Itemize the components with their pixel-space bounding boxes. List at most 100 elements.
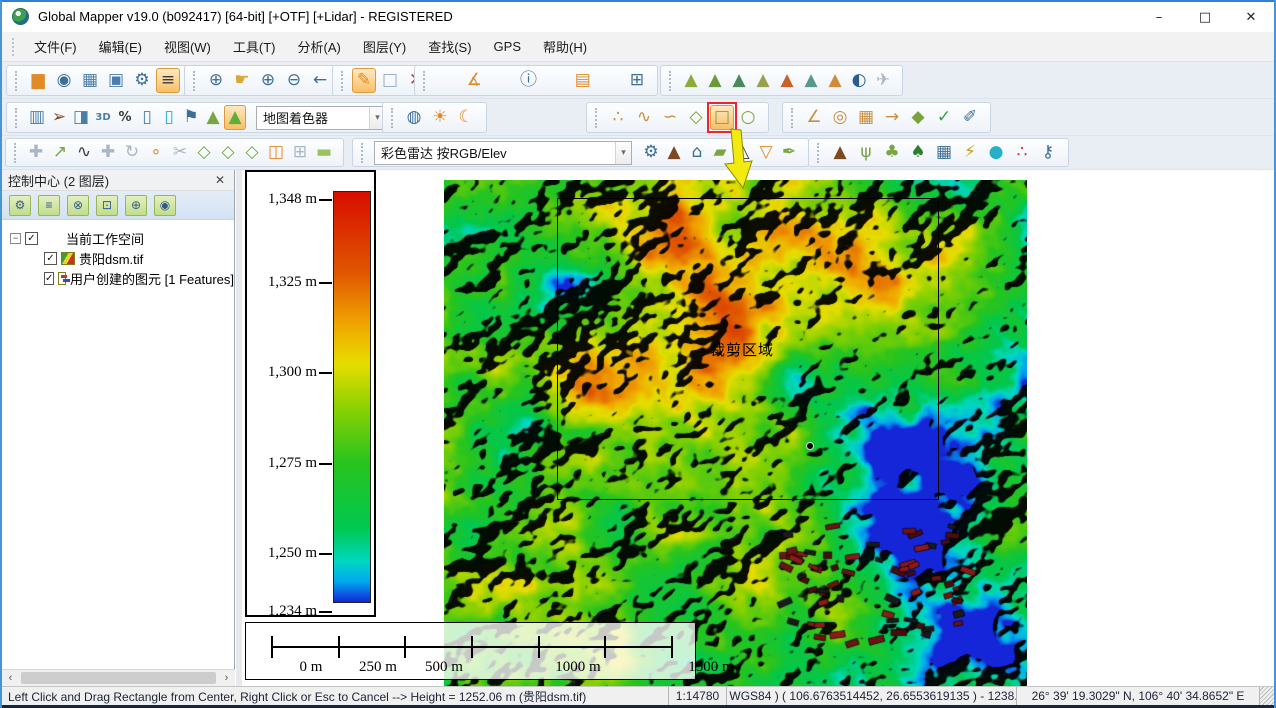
class-water-icon[interactable]: ● bbox=[984, 140, 1008, 165]
class-keypoint-icon[interactable]: ⚷ bbox=[1036, 140, 1060, 165]
measure-tool-icon[interactable]: ∡ bbox=[462, 68, 486, 93]
class-ground-icon[interactable]: ▲ bbox=[828, 140, 852, 165]
scroll-left-icon[interactable]: ‹ bbox=[2, 670, 19, 686]
tree-item-raster-layer[interactable]: ✓ 贵阳dsm.tif bbox=[2, 248, 234, 268]
shader-sphere-icon[interactable]: ◐ bbox=[848, 68, 870, 93]
snap-vertex-icon[interactable]: ∘ bbox=[145, 140, 167, 165]
menu-item[interactable]: 图层(Y) bbox=[352, 32, 417, 61]
profile-ruler-icon[interactable]: ▯ bbox=[136, 105, 158, 130]
draw-path-icon[interactable]: → bbox=[880, 105, 904, 130]
buffer-capsule-icon[interactable]: ▬ bbox=[313, 140, 335, 165]
draw-circle-icon[interactable]: ○ bbox=[736, 105, 760, 130]
workspace-checkbox[interactable]: ✓ bbox=[25, 232, 38, 245]
control-center-icon[interactable]: ≡ bbox=[156, 68, 180, 93]
class-powerline-icon[interactable]: ⚡ bbox=[958, 140, 982, 165]
terrain-star-icon[interactable]: ▲ bbox=[202, 105, 224, 130]
vector-layer-checkbox[interactable]: ✓ bbox=[44, 272, 54, 285]
pick-classification-icon[interactable]: ✒ bbox=[778, 140, 800, 165]
view-shed-icon[interactable]: ▲ bbox=[776, 68, 798, 93]
rotate-copy-2-icon[interactable]: ◇ bbox=[217, 140, 239, 165]
dock-view-icon[interactable]: ◨ bbox=[70, 105, 92, 130]
chevron-down-icon[interactable]: ▾ bbox=[615, 142, 631, 164]
layer-visibility-icon[interactable]: ◉ bbox=[154, 195, 176, 216]
sun-shading-icon[interactable]: ☀ bbox=[428, 105, 452, 130]
search-attributes-icon[interactable]: ▤ bbox=[571, 68, 595, 93]
pan-hand-icon[interactable]: ☛ bbox=[230, 68, 254, 93]
lidar-settings-icon[interactable]: ⚙ bbox=[640, 140, 662, 165]
attribute-editor-icon[interactable]: ✐ bbox=[958, 105, 982, 130]
layer-metadata-icon[interactable]: ⚙ bbox=[9, 195, 31, 216]
confirm-edit-icon[interactable]: ✓ bbox=[932, 105, 956, 130]
point-feature-dot[interactable] bbox=[807, 443, 813, 449]
map-shader-icon[interactable]: ▲ bbox=[224, 105, 246, 130]
draw-grid-icon[interactable]: ▦ bbox=[854, 105, 878, 130]
zoom-to-point-icon[interactable]: ⊕ bbox=[204, 68, 228, 93]
class-building-icon[interactable]: ▦ bbox=[932, 140, 956, 165]
resize-grip[interactable] bbox=[1260, 687, 1274, 705]
draw-line-icon[interactable]: ∿ bbox=[632, 105, 656, 130]
vector-layer-label[interactable]: 用户创建的图元 [1 Features] bbox=[70, 269, 234, 288]
terrain-compare-icon[interactable]: ▲ bbox=[824, 68, 846, 93]
identify-layer-icon[interactable]: ⊞ bbox=[625, 68, 649, 93]
layer-zoom-selected-icon[interactable]: ⊡ bbox=[96, 195, 118, 216]
flag-measure-icon[interactable]: ⚑ bbox=[180, 105, 202, 130]
class-high-vegetation-icon[interactable]: ♠ bbox=[906, 140, 930, 165]
class-noise-icon[interactable]: ∴ bbox=[1010, 140, 1034, 165]
lidar-draw-mode-dropdown[interactable]: 彩色雷达 按RGB/Elev ▾ bbox=[374, 141, 632, 165]
layer-close-icon[interactable]: ⊗ bbox=[67, 195, 89, 216]
menu-item[interactable]: 查找(S) bbox=[417, 32, 482, 61]
class-low-vegetation-icon[interactable]: ψ bbox=[854, 140, 878, 165]
path-profile-icon[interactable]: ▲ bbox=[728, 68, 750, 93]
moon-shading-icon[interactable]: ☾ bbox=[454, 105, 478, 130]
edit-vertices-icon[interactable]: ∿ bbox=[73, 140, 95, 165]
select-features-icon[interactable]: □ bbox=[378, 68, 402, 93]
map-views-icon[interactable]: ▥ bbox=[26, 105, 48, 130]
split-line-icon[interactable]: ✂ bbox=[169, 140, 191, 165]
fly-through-icon[interactable]: ✈ bbox=[872, 68, 894, 93]
move-vertex-icon[interactable]: ✚ bbox=[97, 140, 119, 165]
line-of-sight-icon[interactable]: ▲ bbox=[752, 68, 774, 93]
scale-feature-icon[interactable]: ↗ bbox=[49, 140, 71, 165]
feature-info-icon[interactable]: ⓘ bbox=[517, 68, 541, 93]
menu-item[interactable]: 编辑(E) bbox=[88, 32, 153, 61]
digitizer-pencil-icon[interactable]: ✎ bbox=[352, 68, 376, 93]
menu-item[interactable]: 文件(F) bbox=[23, 32, 88, 61]
minimize-button[interactable]: – bbox=[1136, 2, 1182, 32]
raster-layer-checkbox[interactable]: ✓ bbox=[44, 252, 57, 265]
map-shader-dropdown[interactable]: 地图着色器 ▾ bbox=[256, 106, 386, 130]
previous-view-icon[interactable]: ← bbox=[308, 68, 332, 93]
scrollbar-thumb[interactable] bbox=[21, 672, 216, 684]
duplicate-feature-icon[interactable]: ◫ bbox=[265, 140, 287, 165]
close-button[interactable]: ✕ bbox=[1228, 2, 1274, 32]
workspace-label[interactable]: 当前工作空间 bbox=[66, 229, 144, 248]
draw-angle-icon[interactable]: ∠ bbox=[802, 105, 826, 130]
configuration-wrench-icon[interactable]: ⚙ bbox=[130, 68, 154, 93]
map-catalog-icon[interactable]: ▣ bbox=[104, 68, 128, 93]
elevation-legend-icon[interactable]: ▲ bbox=[680, 68, 702, 93]
classify-ground-icon[interactable]: ▲ bbox=[663, 140, 685, 165]
open-file-icon[interactable]: ▆ bbox=[26, 68, 50, 93]
tree-item-workspace[interactable]: − ✓ 当前工作空间 bbox=[2, 228, 234, 248]
layer-options-icon[interactable]: ≡ bbox=[38, 195, 60, 216]
draw-rectangle-icon[interactable]: □ bbox=[710, 105, 734, 130]
tree-item-vector-layer[interactable]: ✓ 用户创建的图元 [1 Features] bbox=[2, 268, 234, 288]
crop-rectangle-icon[interactable]: ⊞ bbox=[289, 140, 311, 165]
web-layers-icon[interactable]: ◍ bbox=[402, 105, 426, 130]
menu-item[interactable]: 工具(T) bbox=[222, 32, 287, 61]
zoom-in-icon[interactable]: ⊕ bbox=[256, 68, 280, 93]
save-workspace-icon[interactable]: ▦ bbox=[78, 68, 102, 93]
move-feature-icon[interactable]: ✚ bbox=[25, 140, 47, 165]
raster-layer-label[interactable]: 贵阳dsm.tif bbox=[79, 249, 143, 268]
menu-item[interactable]: 分析(A) bbox=[287, 32, 352, 61]
class-medium-vegetation-icon[interactable]: ♣ bbox=[880, 140, 904, 165]
draw-range-rings-icon[interactable]: ◎ bbox=[828, 105, 852, 130]
3d-view-icon[interactable]: 3D bbox=[92, 105, 114, 130]
scroll-right-icon[interactable]: › bbox=[218, 670, 235, 686]
contour-generation-icon[interactable]: ▲ bbox=[704, 68, 726, 93]
close-icon[interactable]: ✕ bbox=[212, 173, 228, 187]
collapse-icon[interactable]: − bbox=[10, 233, 21, 244]
draw-point-icon[interactable]: ∴ bbox=[606, 105, 630, 130]
classify-buildings-icon[interactable]: ⌂ bbox=[686, 140, 708, 165]
profile-ruler-drop-icon[interactable]: ▯ bbox=[158, 105, 180, 130]
menu-item[interactable]: 视图(W) bbox=[153, 32, 222, 61]
